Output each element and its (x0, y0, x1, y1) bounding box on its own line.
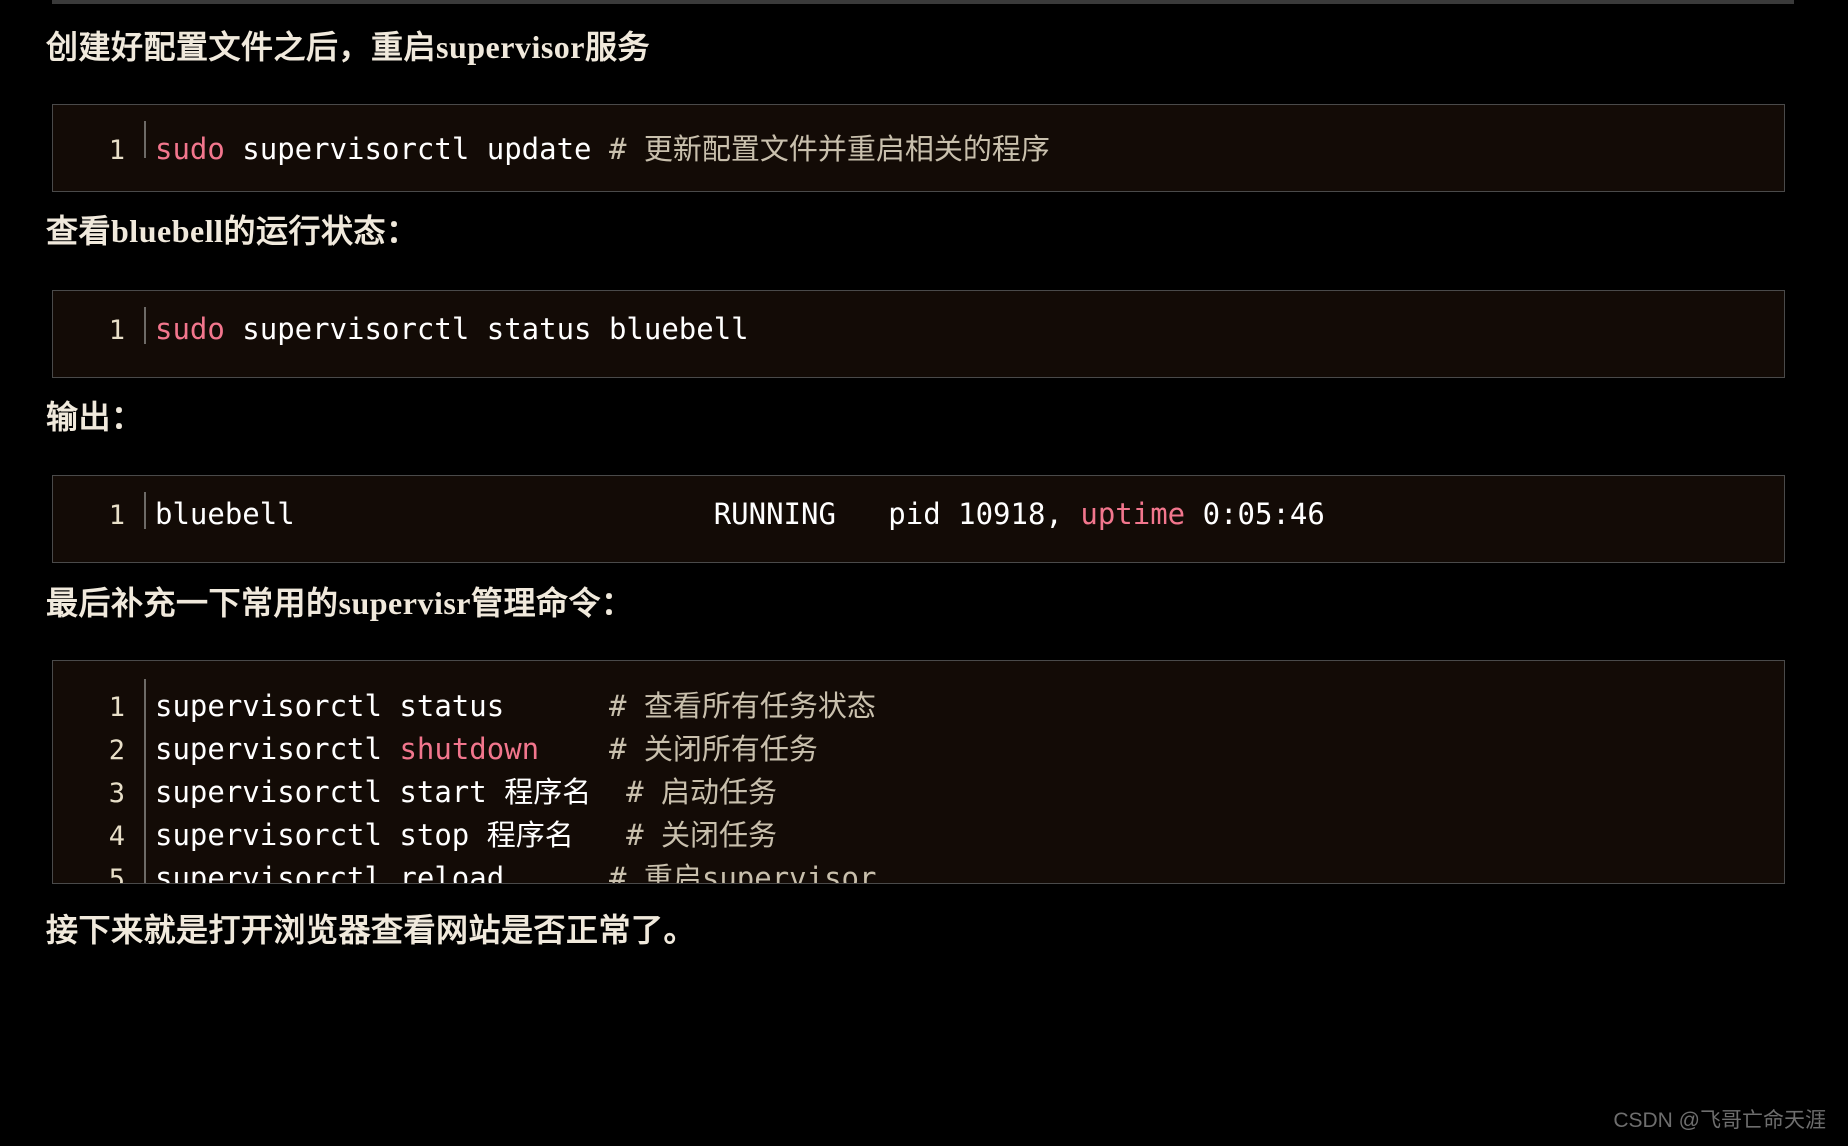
code-block-status[interactable]: 1 sudo supervisorctl status bluebell (52, 290, 1785, 378)
gutter-separator (144, 307, 146, 344)
code-block-update[interactable]: 1 sudo supervisorctl update # 更新配置文件并重启相关… (52, 104, 1785, 192)
line-number: 1 (108, 692, 125, 723)
code-token-comment: # 关闭所有任务 (608, 732, 818, 766)
code-token-plain: supervisorctl reload (155, 861, 609, 884)
top-divider (52, 0, 1794, 4)
line-number: 1 (108, 500, 125, 531)
code-line: 1 sudo supervisorctl status bluebell (53, 312, 1784, 355)
csdn-watermark: CSDN @飞哥亡命天涯 (1613, 1109, 1826, 1132)
line-number: 1 (108, 315, 125, 346)
code-line: 1 supervisorctl status # 查看所有任务状态 (53, 683, 1784, 726)
gutter-separator (144, 492, 146, 529)
code-text: supervisorctl status # 查看所有任务状态 (155, 683, 876, 725)
code-line: 1 sudo supervisorctl update # 更新配置文件并重启相关… (53, 126, 1784, 169)
code-token-comment: # 启动任务 (626, 775, 778, 809)
code-line: 5 supervisorctl reload # 重启supervisor (53, 855, 1784, 884)
code-token-plain: supervisorctl start 程序名 (155, 775, 627, 809)
paragraph-common-commands: 最后补充一下常用的supervisr管理命令： (46, 585, 634, 621)
line-number: 4 (108, 821, 125, 852)
code-token-plain: supervisorctl status bluebell (224, 312, 749, 346)
code-line: 1 bluebell RUNNING pid 10918, uptime 0:05… (53, 497, 1784, 540)
code-line: 3 supervisorctl start 程序名 # 启动任务 (53, 769, 1784, 812)
code-token-plain: bluebell RUNNING pid 10918, (155, 497, 1081, 531)
code-block-output[interactable]: 1 bluebell RUNNING pid 10918, uptime 0:05… (52, 475, 1785, 563)
code-text: supervisorctl start 程序名 # 启动任务 (155, 769, 777, 811)
code-token-plain: supervisorctl stop 程序名 (155, 818, 627, 852)
code-token-comment: # 查看所有任务状态 (608, 689, 876, 723)
paragraph-output-label: 输出： (46, 399, 144, 435)
code-text: supervisorctl reload # 重启supervisor (155, 855, 877, 884)
code-token-plain: supervisorctl update (224, 132, 609, 166)
gutter-separator (144, 121, 146, 158)
code-token-plain: supervisorctl (155, 732, 400, 766)
paragraph-open-browser: 接下来就是打开浏览器查看网站是否正常了。 (46, 912, 697, 948)
code-token-keyword: sudo (155, 132, 225, 166)
code-token-plain: 0:05:46 (1185, 497, 1325, 531)
code-block-commands[interactable]: 1 supervisorctl status # 查看所有任务状态 2 supervi… (52, 660, 1785, 884)
code-token-keyword: sudo (155, 312, 225, 346)
code-token-comment: # 关闭任务 (626, 818, 778, 852)
line-number: 1 (108, 135, 125, 166)
code-token-comment: # 重启supervisor (608, 861, 877, 884)
code-text: sudo supervisorctl status bluebell (155, 312, 749, 346)
line-number: 5 (108, 864, 125, 884)
gutter-separator (144, 679, 146, 883)
code-text: sudo supervisorctl update # 更新配置文件并重启相关的… (155, 126, 1050, 168)
line-number: 2 (108, 735, 125, 766)
line-number: 3 (108, 778, 125, 809)
code-token-keyword: uptime (1080, 497, 1186, 531)
code-token-plain: supervisorctl status (155, 689, 609, 723)
code-text: bluebell RUNNING pid 10918, uptime 0:05:… (155, 497, 1325, 531)
paragraph-restart-supervisor: 创建好配置文件之后，重启supervisor服务 (46, 29, 651, 65)
code-line: 4 supervisorctl stop 程序名 # 关闭任务 (53, 812, 1784, 855)
article-page: 创建好配置文件之后，重启supervisor服务 1 sudo superviso… (0, 0, 1848, 1146)
code-text: supervisorctl shutdown # 关闭所有任务 (155, 726, 818, 768)
code-line: 2 supervisorctl shutdown # 关闭所有任务 (53, 726, 1784, 769)
code-token-keyword: shutdown (399, 732, 540, 766)
paragraph-check-status: 查看bluebell的运行状态： (46, 213, 419, 249)
code-text: supervisorctl stop 程序名 # 关闭任务 (155, 812, 777, 854)
code-token-comment: # 更新配置文件并重启相关的程序 (608, 132, 1050, 166)
